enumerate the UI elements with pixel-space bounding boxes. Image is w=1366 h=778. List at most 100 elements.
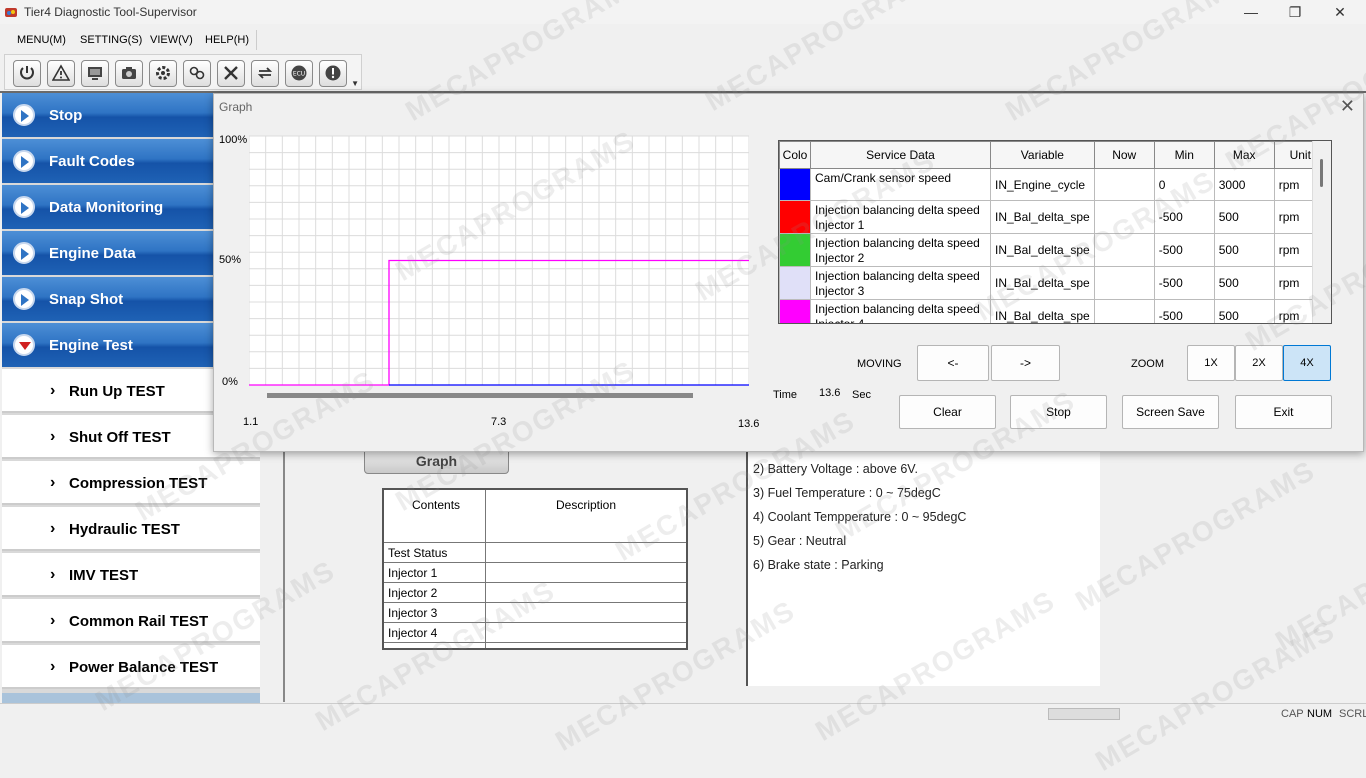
col-service-data: Service Data [810, 141, 991, 169]
menu-view[interactable]: VIEW(V) [150, 34, 193, 46]
move-left-button[interactable]: <- [917, 345, 989, 381]
menu-bar: MENU(M) SETTING(S) VIEW(V) HELP(H) [0, 30, 1366, 52]
cell-service: Injection balancing delta speed Injector… [810, 266, 991, 300]
status-scroll[interactable] [1048, 708, 1120, 720]
cell-service: Injection balancing delta speed Injector… [810, 299, 991, 323]
cell-service: Injection balancing delta speed Injector… [810, 233, 991, 267]
warning-button[interactable] [47, 60, 75, 87]
nav-power-balance-test[interactable]: › Power Balance TEST [2, 645, 260, 689]
restore-button[interactable]: ❐ [1272, 2, 1318, 22]
camera-icon [122, 67, 136, 79]
table-header-contents: Contents [412, 498, 461, 512]
nav-compression-test-label: Compression TEST [69, 475, 208, 492]
table-row: Test Status [388, 546, 448, 560]
screen-save-button[interactable]: Screen Save [1122, 395, 1219, 429]
alert-button[interactable] [319, 60, 347, 87]
camera-button[interactable] [115, 60, 143, 87]
y-tick-label: 0% [222, 376, 238, 388]
alert-icon [325, 65, 341, 81]
watermark-text: MECAPROGRAMS [1090, 614, 1341, 777]
nav-data-monitoring-label: Data Monitoring [49, 199, 164, 216]
nav-compression-test[interactable]: › Compression TEST [2, 461, 260, 505]
tools-button[interactable] [217, 60, 245, 87]
time-value: 13.6 [819, 387, 841, 399]
dialog-close-icon[interactable]: ✕ [1340, 96, 1355, 117]
chevron-right-icon: › [50, 612, 56, 629]
cell-min: -500 [1153, 266, 1215, 300]
clear-button[interactable]: Clear [899, 395, 996, 429]
menu-help[interactable]: HELP(H) [205, 34, 249, 46]
play-circle-icon [13, 150, 35, 172]
transfer-button[interactable] [251, 60, 279, 87]
link-icon [189, 66, 205, 80]
table-row[interactable]: Injection balancing delta speed Injector… [779, 299, 1327, 323]
cell-service: Cam/Crank sensor speed [810, 168, 991, 201]
cell-max: 500 [1213, 266, 1275, 300]
toolbar-overflow-icon[interactable]: ▼ [351, 79, 359, 88]
nav-imv-test[interactable]: › IMV TEST [2, 553, 260, 597]
nav-engine-data-label: Engine Data [49, 245, 136, 262]
cell-max: 500 [1213, 299, 1275, 323]
nav-shut-off-test-label: Shut Off TEST [69, 429, 171, 446]
cell-swatch [779, 299, 811, 323]
zoom-label: ZOOM [1131, 358, 1164, 370]
menu-separator [256, 30, 257, 50]
cell-now [1093, 200, 1155, 234]
nav-common-rail-test[interactable]: › Common Rail TEST [2, 599, 260, 643]
exit-button[interactable]: Exit [1235, 395, 1332, 429]
table-row[interactable]: Injection balancing delta speed Injector… [779, 200, 1327, 234]
table-row[interactable]: Injection balancing delta speed Injector… [779, 266, 1327, 300]
table-row[interactable]: Injection balancing delta speed Injector… [779, 233, 1327, 267]
power-button[interactable] [13, 60, 41, 87]
table-scrollbar[interactable] [1312, 141, 1331, 323]
condition-line: 2) Battery Voltage : above 6V. [753, 462, 918, 476]
nav-run-up-test-label: Run Up TEST [69, 383, 165, 400]
condition-line: 4) Coolant Tempperature : 0 ~ 95degC [753, 510, 967, 524]
cell-max: 500 [1213, 233, 1275, 267]
condition-line: 5) Gear : Neutral [753, 534, 847, 548]
cell-swatch [779, 233, 811, 267]
ecu-icon: ECU [291, 65, 307, 81]
monitor-button[interactable] [81, 60, 109, 87]
minimize-button[interactable]: — [1228, 2, 1274, 22]
link-button[interactable] [183, 60, 211, 87]
cell-swatch [779, 168, 811, 201]
cell-now [1093, 299, 1155, 323]
play-circle-icon [13, 104, 35, 126]
play-circle-icon [13, 288, 35, 310]
graph-dialog: Graph ✕ 100% 50% 0% 1.1 7.3 13.6 Colo Se… [213, 93, 1364, 452]
nav-stop-label: Stop [49, 107, 83, 124]
zoom-4x-button[interactable]: 4X [1283, 345, 1331, 381]
ecu-button[interactable]: ECU [285, 60, 313, 87]
transfer-icon [257, 67, 273, 79]
zoom-1x-button[interactable]: 1X [1187, 345, 1235, 381]
watermark-text: MECAPROGRAMS [1070, 454, 1321, 617]
chevron-right-icon: › [50, 658, 56, 675]
table-header-description: Description [556, 498, 617, 512]
play-circle-icon [13, 196, 35, 218]
cell-min: -500 [1153, 200, 1215, 234]
time-label: Time [773, 389, 798, 401]
stop-button[interactable]: Stop [1010, 395, 1107, 429]
table-row[interactable]: Cam/Crank sensor speed IN_Engine_cycle 0 30… [779, 168, 1327, 201]
dialog-title: Graph [219, 100, 253, 114]
zoom-2x-button[interactable]: 2X [1235, 345, 1283, 381]
table-row: Injector 2 [388, 586, 438, 600]
col-variable: Variable [990, 141, 1095, 169]
nav-hydraulic-test[interactable]: › Hydraulic TEST [2, 507, 260, 551]
nav-engine-test-label: Engine Test [49, 337, 133, 354]
table-row: Injector 4 [388, 626, 438, 640]
cell-min: 0 [1153, 168, 1215, 201]
settings-button[interactable] [149, 60, 177, 87]
graph-scrollbar[interactable] [267, 393, 693, 398]
close-button[interactable]: ✕ [1317, 2, 1363, 22]
condition-line: 3) Fuel Temperature : 0 ~ 75degC [753, 486, 941, 500]
menu-setting[interactable]: SETTING(S) [80, 34, 142, 46]
menu-menu[interactable]: MENU(M) [17, 34, 66, 46]
status-scrl: SCRL [1339, 708, 1366, 720]
play-circle-icon [13, 242, 35, 264]
nav-common-rail-test-label: Common Rail TEST [69, 613, 209, 630]
move-right-button[interactable]: -> [991, 345, 1060, 381]
chevron-right-icon: › [50, 520, 56, 537]
table-row: Injector 3 [388, 606, 438, 620]
